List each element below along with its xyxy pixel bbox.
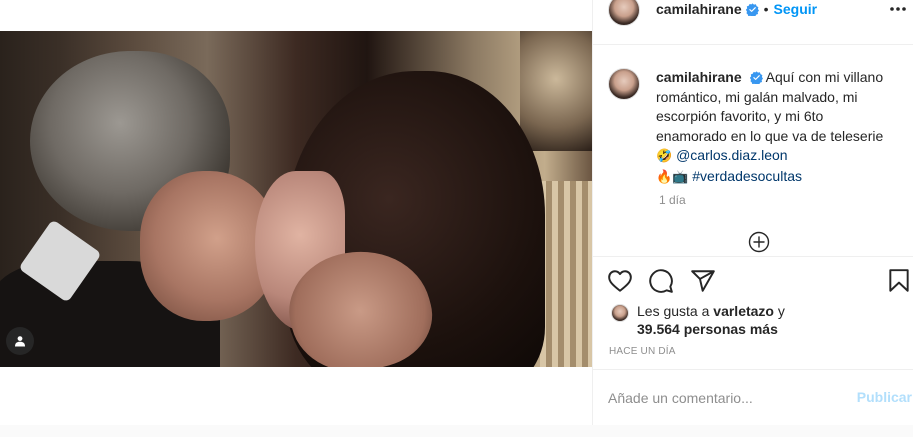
comment-icon[interactable] [648, 268, 674, 294]
post-container: camilahirane • Seguir camilahirane Aquí … [0, 0, 913, 425]
caption-mention-link[interactable]: @carlos.diaz.leon [676, 147, 788, 163]
liker-username[interactable]: varletazo [713, 303, 774, 319]
user-tag-button[interactable] [6, 327, 34, 355]
post-caption: camilahirane Aquí con mi villano románti… [656, 68, 896, 187]
likes-count[interactable]: 39.564 personas más [637, 321, 778, 337]
photo-background-lamp [520, 31, 592, 151]
follow-button[interactable]: Seguir [774, 1, 818, 17]
post-timestamp[interactable]: HACE UN DÍA [609, 346, 676, 357]
publish-button[interactable]: Publicar [857, 389, 912, 405]
author-username[interactable]: camilahirane [656, 1, 742, 17]
verified-badge-icon [749, 71, 763, 84]
post-side-panel: camilahirane • Seguir camilahirane Aquí … [592, 0, 913, 425]
post-media [0, 0, 592, 425]
comment-form: Publicar [593, 369, 913, 425]
caption-hashtag-link[interactable]: #verdadesocultas [692, 168, 802, 184]
plus-circle-icon[interactable] [748, 231, 770, 253]
bookmark-icon[interactable] [886, 268, 912, 294]
caption-timestamp[interactable]: 1 día [659, 193, 686, 207]
likes-summary: Les gusta a varletazo y 39.564 personas … [637, 302, 897, 338]
likes-prefix: Les gusta a [637, 303, 710, 319]
author-avatar[interactable] [608, 0, 640, 26]
header-user-row: camilahirane • Seguir [656, 1, 817, 17]
more-options-icon[interactable] [888, 1, 908, 17]
post-action-bar [593, 256, 913, 306]
user-tag-icon [15, 336, 25, 347]
laughing-emoji-icon: 🤣 [656, 149, 673, 164]
caption-username[interactable]: camilahirane [656, 69, 742, 85]
photo-background-curtain [540, 181, 592, 367]
fire-emoji-icon: 🔥 [656, 169, 673, 185]
comment-input[interactable] [608, 388, 838, 408]
post-header: camilahirane • Seguir [593, 0, 913, 45]
caption-avatar[interactable] [608, 68, 640, 100]
verified-badge-icon [745, 2, 759, 16]
liker-avatar[interactable] [611, 304, 629, 322]
tv-emoji-icon: 📺 [672, 169, 689, 185]
share-icon[interactable] [690, 268, 716, 294]
heart-icon[interactable] [607, 268, 633, 294]
header-separator: • [763, 1, 769, 17]
likes-joiner: y [777, 303, 785, 319]
post-photo[interactable] [0, 31, 592, 367]
